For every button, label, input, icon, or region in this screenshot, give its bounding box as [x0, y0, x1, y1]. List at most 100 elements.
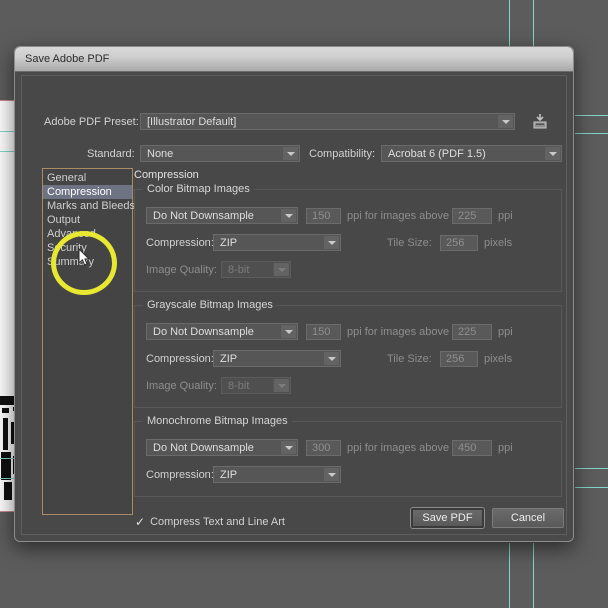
color-image-quality-select[interactable]: 8-bit [221, 261, 291, 278]
grayscale-ppi-mid-label: ppi for images above [347, 326, 449, 338]
guide-horizontal [575, 487, 608, 488]
color-tile-suffix-label: pixels [484, 237, 512, 249]
grayscale-downsample-select[interactable]: Do Not Downsample [146, 323, 298, 340]
screenshot-root: Save Adobe PDF Adobe PDF Preset: [Illust… [0, 0, 608, 608]
chevron-down-icon[interactable] [323, 352, 339, 365]
monochrome-ppi-field[interactable]: 300 [306, 440, 341, 456]
standard-label: Standard: [87, 148, 135, 160]
grayscale-downsample-value: Do Not Downsample [153, 326, 254, 338]
mouse-pointer-icon [78, 248, 91, 267]
chevron-down-icon[interactable] [323, 236, 339, 249]
guide-vertical [533, 0, 534, 46]
sidebar-item-general[interactable]: General [43, 171, 132, 185]
chevron-down-icon[interactable] [544, 147, 560, 160]
color-ppi-suffix-label: ppi [498, 210, 513, 222]
color-tile-size-value: 256 [446, 237, 464, 249]
color-bitmap-images-group: Color Bitmap Images Do Not Downsample 15… [134, 189, 562, 292]
grayscale-tile-suffix-label: pixels [484, 353, 512, 365]
monochrome-bitmap-images-group: Monochrome Bitmap Images Do Not Downsamp… [134, 421, 562, 497]
monochrome-threshold-field[interactable]: 450 [452, 440, 492, 456]
sidebar-item-compression[interactable]: Compression [43, 185, 132, 199]
group-legend: Monochrome Bitmap Images [143, 415, 292, 427]
checkmark-icon: ✓ [135, 516, 145, 528]
color-ppi-field[interactable]: 150 [306, 208, 341, 224]
compatibility-select[interactable]: Acrobat 6 (PDF 1.5) [381, 145, 562, 162]
grayscale-threshold-value: 225 [458, 326, 476, 338]
group-legend: Grayscale Bitmap Images [143, 299, 277, 311]
chevron-down-icon[interactable] [323, 468, 339, 481]
monochrome-compression-value: ZIP [220, 469, 237, 481]
preset-select[interactable]: [Illustrator Default] [140, 113, 515, 130]
standard-row: Standard: [87, 148, 135, 160]
compress-text-and-line-art-checkbox[interactable]: ✓ Compress Text and Line Art [135, 516, 285, 528]
guide-horizontal [575, 115, 608, 116]
chevron-down-icon[interactable] [280, 209, 296, 222]
grayscale-image-quality-value: 8-bit [228, 380, 249, 392]
color-tile-size-label: Tile Size: [387, 237, 432, 249]
chevron-down-icon[interactable] [282, 147, 298, 160]
pane-title: Compression [134, 169, 199, 181]
sidebar-item-marks-and-bleeds[interactable]: Marks and Bleeds [43, 199, 132, 213]
save-adobe-pdf-dialog: Save Adobe PDF Adobe PDF Preset: [Illust… [14, 46, 574, 542]
sidebar-item-advanced[interactable]: Advanced [43, 227, 132, 241]
guide-vertical [509, 0, 510, 46]
grayscale-tile-size-field[interactable]: 256 [440, 351, 478, 367]
monochrome-compression-label: Compression: [146, 469, 214, 481]
color-downsample-select[interactable]: Do Not Downsample [146, 207, 298, 224]
color-compression-select[interactable]: ZIP [213, 234, 341, 251]
grayscale-image-quality-label: Image Quality: [146, 380, 217, 392]
grayscale-image-quality-select[interactable]: 8-bit [221, 377, 291, 394]
grayscale-bitmap-images-group: Grayscale Bitmap Images Do Not Downsampl… [134, 305, 562, 408]
grayscale-ppi-field[interactable]: 150 [306, 324, 341, 340]
color-tile-size-field[interactable]: 256 [440, 235, 478, 251]
save-pdf-label: Save PDF [422, 512, 472, 524]
color-image-quality-label: Image Quality: [146, 264, 217, 276]
save-preset-icon[interactable] [530, 113, 550, 131]
compatibility-label: Compatibility: [309, 148, 375, 160]
settings-category-list[interactable]: General Compression Marks and Bleeds Out… [42, 168, 133, 515]
monochrome-compression-select[interactable]: ZIP [213, 466, 341, 483]
grayscale-compression-select[interactable]: ZIP [213, 350, 341, 367]
monochrome-downsample-value: Do Not Downsample [153, 442, 254, 454]
grayscale-tile-size-value: 256 [446, 353, 464, 365]
color-ppi-mid-label: ppi for images above [347, 210, 449, 222]
preset-label: Adobe PDF Preset: [44, 116, 139, 128]
color-compression-label: Compression: [146, 237, 214, 249]
standard-select[interactable]: None [140, 145, 300, 162]
preset-select-value: [Illustrator Default] [147, 116, 236, 128]
save-pdf-button[interactable]: Save PDF [411, 508, 484, 528]
color-threshold-value: 225 [458, 210, 476, 222]
grayscale-threshold-field[interactable]: 225 [452, 324, 492, 340]
chevron-down-icon[interactable] [273, 379, 289, 392]
grayscale-compression-value: ZIP [220, 353, 237, 365]
color-image-quality-value: 8-bit [228, 264, 249, 276]
grayscale-compression-label: Compression: [146, 353, 214, 365]
sidebar-item-output[interactable]: Output [43, 213, 132, 227]
monochrome-ppi-suffix-label: ppi [498, 442, 513, 454]
guide-horizontal [575, 468, 608, 469]
compress-text-label: Compress Text and Line Art [150, 516, 285, 528]
dialog-body: Adobe PDF Preset: [Illustrator Default] … [21, 75, 567, 535]
guide-vertical [509, 543, 510, 608]
cancel-button[interactable]: Cancel [492, 508, 564, 528]
color-threshold-field[interactable]: 225 [452, 208, 492, 224]
grayscale-ppi-value: 150 [312, 326, 330, 338]
chevron-down-icon[interactable] [280, 441, 296, 454]
compatibility-row: Compatibility: [309, 148, 375, 160]
color-compression-value: ZIP [220, 237, 237, 249]
compatibility-select-value: Acrobat 6 (PDF 1.5) [388, 148, 486, 160]
dialog-titlebar[interactable]: Save Adobe PDF [15, 47, 573, 72]
chevron-down-icon[interactable] [497, 115, 513, 128]
color-ppi-value: 150 [312, 210, 330, 222]
grayscale-tile-size-label: Tile Size: [387, 353, 432, 365]
monochrome-ppi-mid-label: ppi for images above [347, 442, 449, 454]
preset-row: Adobe PDF Preset: [44, 116, 139, 128]
dialog-title: Save Adobe PDF [25, 53, 109, 65]
monochrome-downsample-select[interactable]: Do Not Downsample [146, 439, 298, 456]
grayscale-ppi-suffix-label: ppi [498, 326, 513, 338]
chevron-down-icon[interactable] [280, 325, 296, 338]
group-legend: Color Bitmap Images [143, 183, 254, 195]
chevron-down-icon[interactable] [273, 263, 289, 276]
cancel-label: Cancel [511, 512, 545, 524]
color-downsample-value: Do Not Downsample [153, 210, 254, 222]
